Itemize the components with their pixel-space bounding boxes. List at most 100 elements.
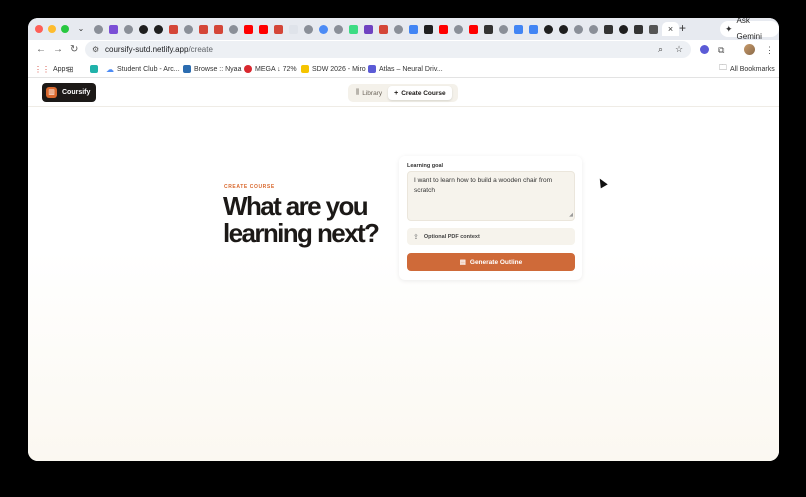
browser-tab[interactable] <box>137 22 150 36</box>
browser-tab[interactable] <box>467 22 480 36</box>
browser-tab[interactable] <box>332 22 345 36</box>
page-content: ▥ Coursify ⫼ Library + Create Course CRE… <box>28 79 779 461</box>
bookmark-apps[interactable]: ⋮⋮ Apps <box>34 63 69 75</box>
tab-search-icon[interactable]: ⌄ <box>75 23 87 35</box>
browser-tab[interactable] <box>362 22 375 36</box>
folder-icon: 🗀 <box>719 63 727 72</box>
browser-tab[interactable] <box>602 22 615 36</box>
extension-icon[interactable] <box>700 45 709 54</box>
miro-icon <box>301 65 309 73</box>
brand-name: Coursify <box>62 89 91 96</box>
tab-create-course[interactable]: + Create Course <box>388 86 452 100</box>
unity-icon <box>484 24 493 34</box>
bookmark-label: Browse :: Nyaa <box>194 65 242 73</box>
resize-handle-icon[interactable]: ◢ <box>569 210 573 220</box>
globe-icon <box>589 24 598 34</box>
browser-tab[interactable] <box>317 22 330 36</box>
browser-tab[interactable] <box>197 22 210 36</box>
close-window-button[interactable] <box>35 25 43 33</box>
bookmark-label: Atlas – Neural Driv... <box>379 65 443 73</box>
browser-tab[interactable] <box>452 22 465 36</box>
bookmark-miro[interactable]: SDW 2026 - Miro <box>301 63 366 75</box>
upload-icon: ⇪ <box>413 233 419 241</box>
browser-tab[interactable] <box>377 22 390 36</box>
tab-list: × <box>92 22 679 36</box>
close-tab-icon[interactable]: × <box>668 22 673 36</box>
bookmark-tab-groups[interactable]: ⊞ <box>67 63 74 75</box>
maximize-window-button[interactable] <box>61 25 69 33</box>
globe-icon <box>124 24 133 34</box>
back-arrow-icon[interactable]: ← <box>36 43 46 57</box>
browser-tab[interactable] <box>182 22 195 36</box>
document-icon: ▤ <box>459 259 466 266</box>
globe-icon <box>94 24 103 34</box>
browser-tab[interactable] <box>107 22 120 36</box>
browser-tab[interactable] <box>272 22 285 36</box>
minimize-window-button[interactable] <box>48 25 56 33</box>
new-tab-button[interactable]: + <box>679 21 686 35</box>
generate-outline-button[interactable]: ▤ Generate Outline <box>407 253 575 271</box>
browser-tab[interactable] <box>227 22 240 36</box>
browser-tab[interactable] <box>167 22 180 36</box>
browser-tab[interactable] <box>257 22 270 36</box>
zoom-icon[interactable]: ⌕ <box>658 41 663 58</box>
learning-goal-textarea[interactable]: I want to learn how to build a wooden ch… <box>407 171 575 221</box>
browser-tab[interactable] <box>212 22 225 36</box>
browser-toolbar: ← → ↻ ⚙ coursify-sutd.netlify.app/create… <box>28 40 779 60</box>
page-title-line-2: learning next? <box>223 218 380 248</box>
browser-tab[interactable] <box>92 22 105 36</box>
forward-arrow-icon[interactable]: → <box>53 43 63 57</box>
pdf-upload-button[interactable]: ⇪ Optional PDF context <box>407 228 575 245</box>
youtube-icon <box>244 24 253 34</box>
tab-create-course-label: Create Course <box>401 89 446 97</box>
active-tab[interactable]: × <box>662 22 679 36</box>
avatar[interactable] <box>744 44 755 55</box>
bookmark-star-icon[interactable]: ☆ <box>675 41 683 58</box>
browser-tab[interactable] <box>617 22 630 36</box>
browser-tab[interactable] <box>497 22 510 36</box>
browser-tab[interactable] <box>572 22 585 36</box>
browser-tab[interactable] <box>647 22 660 36</box>
browser-tab[interactable] <box>392 22 405 36</box>
browser-tab[interactable] <box>437 22 450 36</box>
browser-tab[interactable] <box>407 22 420 36</box>
browser-tab[interactable] <box>482 22 495 36</box>
globe-icon <box>229 24 238 34</box>
apps-grid-icon: ⋮⋮ <box>34 64 50 74</box>
address-bar[interactable]: ⚙ coursify-sutd.netlify.app/create ⌕ ☆ <box>85 41 691 58</box>
browser-tab[interactable] <box>302 22 315 36</box>
browser-tab[interactable] <box>512 22 525 36</box>
browser-tab[interactable] <box>347 22 360 36</box>
github-icon <box>619 24 628 34</box>
generate-outline-label: Generate Outline <box>469 258 523 266</box>
browser-tab[interactable] <box>242 22 255 36</box>
globe-icon <box>454 24 463 34</box>
menu-kebab-icon[interactable]: ⋮ <box>765 43 774 57</box>
gmail-icon <box>214 24 223 34</box>
browser-tab[interactable] <box>287 22 300 36</box>
browser-tab[interactable] <box>122 22 135 36</box>
tab-library[interactable]: ⫼ Library <box>350 86 388 100</box>
browser-tab[interactable] <box>527 22 540 36</box>
bookmark-atlas[interactable]: Atlas – Neural Driv... <box>368 63 443 75</box>
bookmark-student-club[interactable]: ☁ Student Club - Arc... <box>106 63 180 75</box>
browser-tab[interactable] <box>587 22 600 36</box>
reload-icon[interactable]: ↻ <box>70 43 78 57</box>
bookmark-mega[interactable]: MEGA ↓ 72% <box>244 63 297 75</box>
brand-logo[interactable]: ▥ Coursify <box>42 83 97 102</box>
gmail-icon <box>274 24 283 34</box>
library-icon: ⫼ <box>356 89 360 96</box>
browser-tab[interactable] <box>557 22 570 36</box>
browser-tab[interactable] <box>542 22 555 36</box>
browser-tab[interactable] <box>422 22 435 36</box>
all-bookmarks[interactable]: 🗀 All Bookmarks <box>719 63 775 75</box>
bookmark-nyaa[interactable]: Browse :: Nyaa <box>183 63 241 75</box>
browser-tab[interactable] <box>152 22 165 36</box>
bookmark-shortcut[interactable] <box>90 63 98 75</box>
url-host: coursify-sutd.netlify.app <box>105 45 189 54</box>
figma-icon <box>364 24 373 34</box>
browser-tab[interactable] <box>632 22 645 36</box>
extensions-puzzle-icon[interactable]: ⧉ <box>718 43 724 57</box>
ask-gemini-button[interactable]: ✦ Ask Gemini <box>720 18 779 41</box>
site-info-icon[interactable]: ⚙ <box>92 41 99 58</box>
